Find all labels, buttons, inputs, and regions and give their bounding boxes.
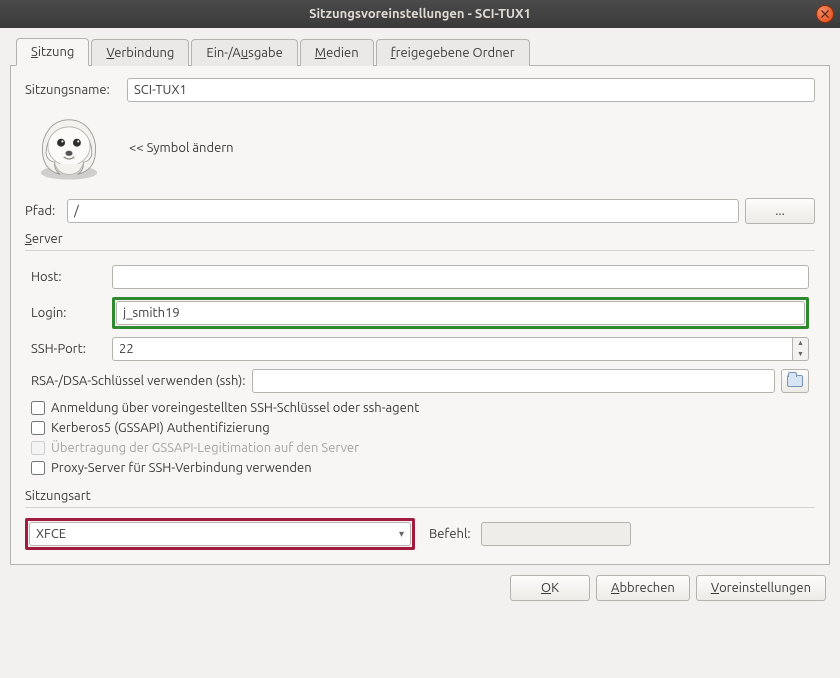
- chevron-down-icon[interactable]: ▼: [793, 349, 808, 360]
- path-browse-button[interactable]: ...: [745, 198, 815, 224]
- login-label: Login:: [31, 306, 106, 320]
- defaults-button[interactable]: Voreinstellungen: [696, 575, 826, 601]
- titlebar: Sitzungsvoreinstellungen - SCI-TUX1: [0, 0, 840, 28]
- path-input[interactable]: [67, 199, 739, 223]
- checkbox-default-sshkey[interactable]: [31, 401, 45, 415]
- rsakey-input[interactable]: [252, 369, 776, 393]
- tab-verbindung[interactable]: Verbindung: [91, 39, 189, 66]
- tab-panel-sitzung: Sitzungsname: << Symbol ändern: [10, 66, 830, 565]
- rsakey-browse-button[interactable]: [781, 369, 809, 393]
- checkbox-gssapi-deleg-label: Übertragung der GSSAPI-Legitimation auf …: [51, 441, 359, 455]
- checkbox-kerberos-label: Kerberos5 (GSSAPI) Authentifizierung: [51, 421, 270, 435]
- command-input: [481, 522, 631, 546]
- seal-icon: [25, 112, 113, 184]
- sshport-label: SSH-Port:: [31, 342, 106, 356]
- window-title: Sitzungsvoreinstellungen - SCI-TUX1: [309, 7, 531, 21]
- change-symbol-label[interactable]: << Symbol ändern: [129, 141, 234, 155]
- host-input[interactable]: [112, 265, 809, 289]
- sshport-stepper[interactable]: ▲▼: [112, 337, 809, 361]
- sshport-spin-buttons[interactable]: ▲▼: [793, 337, 809, 361]
- host-label: Host:: [31, 270, 106, 284]
- session-name-label: Sitzungsname:: [25, 83, 121, 97]
- session-type-select[interactable]: XFCE ▾: [29, 522, 411, 546]
- tab-medien[interactable]: Medien: [300, 39, 374, 66]
- close-icon: [821, 10, 829, 18]
- dialog-footer: OK Abbrechen Voreinstellungen: [10, 565, 830, 601]
- window-body: Sitzung Verbindung Ein-/Ausgabe Medien f…: [0, 28, 840, 611]
- checkbox-default-sshkey-label: Anmeldung über voreingestellten SSH-Schl…: [51, 401, 419, 415]
- tab-ein-ausgabe[interactable]: Ein-/Ausgabe: [191, 39, 297, 66]
- close-button[interactable]: [816, 5, 834, 23]
- folder-open-icon: [787, 375, 803, 387]
- session-symbol-icon[interactable]: [25, 112, 113, 184]
- sshport-input[interactable]: [112, 337, 793, 361]
- session-type-legend: Sitzungsart: [25, 489, 815, 503]
- checkbox-proxy[interactable]: [31, 461, 45, 475]
- ok-button[interactable]: OK: [510, 575, 590, 601]
- cancel-button[interactable]: Abbrechen: [596, 575, 690, 601]
- rsakey-label: RSA-/DSA-Schlüssel verwenden (ssh):: [31, 374, 246, 388]
- session-type-selected: XFCE: [36, 527, 66, 541]
- session-name-input[interactable]: [127, 78, 815, 102]
- login-input[interactable]: [116, 301, 805, 325]
- chevron-up-icon[interactable]: ▲: [793, 338, 808, 349]
- checkbox-kerberos[interactable]: [31, 421, 45, 435]
- path-label: Pfad:: [25, 204, 61, 218]
- server-legend: Server: [25, 232, 815, 246]
- checkbox-gssapi-deleg: [31, 441, 45, 455]
- command-label: Befehl:: [429, 527, 471, 541]
- chevron-down-icon: ▾: [399, 528, 404, 540]
- tab-sitzung[interactable]: Sitzung: [16, 38, 89, 66]
- tabbar: Sitzung Verbindung Ein-/Ausgabe Medien f…: [10, 36, 830, 66]
- checkbox-proxy-label: Proxy-Server für SSH-Verbindung verwende…: [51, 461, 312, 475]
- tab-freigegebene-ordner[interactable]: freigegebene Ordner: [376, 39, 530, 66]
- server-box: Host: Login: SSH-Port: ▲▼ RSA-/DSA-Schlü…: [25, 259, 815, 483]
